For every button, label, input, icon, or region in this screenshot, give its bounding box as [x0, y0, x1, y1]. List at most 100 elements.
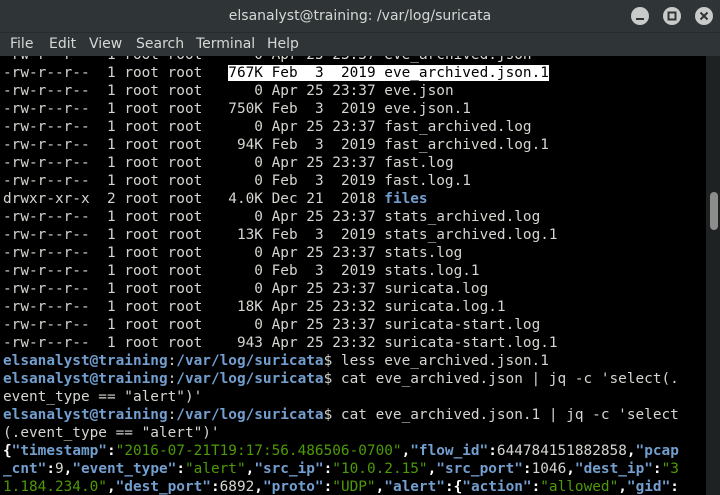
scrollbar[interactable] — [706, 56, 720, 495]
title-bar[interactable]: elsanalyst@training: /var/log/suricata — [0, 0, 720, 32]
minimize-button[interactable] — [631, 7, 649, 25]
file-size: 0 — [254, 209, 263, 225]
listing-row: -rw-r--r-- 1 root root 0 Apr 25 23:37 su… — [3, 316, 540, 334]
json-token: : — [106, 443, 116, 459]
maximize-icon — [667, 11, 677, 21]
file-name: fast_archived.log.1 — [384, 137, 549, 153]
file-group: root — [167, 83, 203, 99]
prompt-separator: : — [167, 407, 177, 423]
file-month: Feb — [271, 263, 298, 279]
file-time: 23:37 — [332, 155, 376, 171]
file-day: 3 — [314, 173, 324, 189]
maximize-button[interactable] — [663, 7, 681, 25]
file-name: stats.log.1 — [384, 263, 480, 279]
menu-edit[interactable]: Edit — [49, 33, 76, 57]
file-time: 23:37 — [332, 317, 376, 333]
file-links: 1 — [106, 335, 116, 351]
json-token: , — [566, 461, 575, 477]
terminal-output[interactable]: -rw-r--r-- 1 root root 0 Apr 25 23:37 ev… — [0, 56, 706, 495]
json-token: "10.0.2.15" — [332, 461, 428, 477]
file-links: 1 — [106, 155, 116, 171]
file-time: 2019 — [340, 263, 376, 279]
menu-search[interactable]: Search — [136, 33, 184, 57]
file-name: suricata-start.log — [384, 317, 541, 333]
file-name: suricata.log — [384, 281, 489, 297]
json-output-line: 1.184.234.0","dest_port":6892,"proto":"U… — [3, 478, 679, 495]
file-time: 2019 — [340, 227, 376, 243]
prompt-user-host: elsanalyst@training — [3, 371, 168, 387]
file-owner: root — [124, 137, 159, 153]
close-button[interactable] — [695, 7, 713, 25]
file-time: 23:37 — [332, 209, 376, 225]
file-time: 23:37 — [332, 119, 376, 135]
file-owner: root — [124, 281, 159, 297]
listing-row: -rw-r--r-- 1 root root 0 Apr 25 23:37 fa… — [3, 154, 454, 172]
file-permissions: -rw-r--r-- — [3, 83, 90, 99]
menu-bar: File Edit View Search Terminal Help — [0, 32, 720, 56]
json-token: "dest_port" — [115, 479, 211, 495]
file-time: 2019 — [340, 65, 376, 81]
json-token: "gid" — [626, 479, 671, 495]
listing-row: -rw-r--r-- 1 root root 0 Apr 25 23:37 st… — [3, 208, 540, 226]
listing-row: -rw-r--r-- 1 root root 0 Apr 25 23:37 ev… — [3, 56, 532, 64]
file-group: root — [167, 119, 203, 135]
file-group: root — [167, 191, 203, 207]
file-links: 1 — [106, 173, 116, 189]
file-month: Apr — [271, 335, 298, 351]
file-size: 0 — [254, 317, 263, 333]
file-permissions: -rw-r--r-- — [3, 281, 90, 297]
prompt-user-host: elsanalyst@training — [3, 407, 168, 423]
file-month: Dec — [271, 191, 298, 207]
listing-row: -rw-r--r-- 1 root root 0 Feb 3 2019 fast… — [3, 172, 471, 190]
file-group: root — [168, 56, 203, 63]
json-token: : — [522, 461, 532, 477]
file-size: 0 — [254, 119, 263, 135]
file-size: 0 — [254, 263, 263, 279]
json-token: , — [626, 443, 636, 459]
file-name: eve_archived.json.1 — [384, 65, 549, 81]
file-owner: root — [124, 155, 159, 171]
file-day: 25 — [306, 119, 324, 135]
file-permissions: -rw-r--r-- — [3, 155, 90, 171]
file-name: eve.json — [384, 83, 454, 99]
json-token: , — [375, 479, 385, 495]
file-permissions: -rw-r--r-- — [3, 245, 90, 261]
spacer — [375, 65, 385, 81]
menu-help[interactable]: Help — [267, 33, 299, 57]
scrollbar-thumb[interactable] — [710, 192, 718, 230]
file-month: Apr — [271, 281, 298, 297]
menu-terminal[interactable]: Terminal — [196, 33, 255, 57]
menu-file[interactable]: File — [10, 33, 33, 57]
menu-view[interactable]: View — [89, 33, 122, 57]
file-permissions: -rw-r--r-- — [3, 56, 90, 63]
file-links: 1 — [106, 101, 116, 117]
listing-row: -rw-r--r-- 1 root root 0 Apr 25 23:37 su… — [3, 280, 488, 298]
